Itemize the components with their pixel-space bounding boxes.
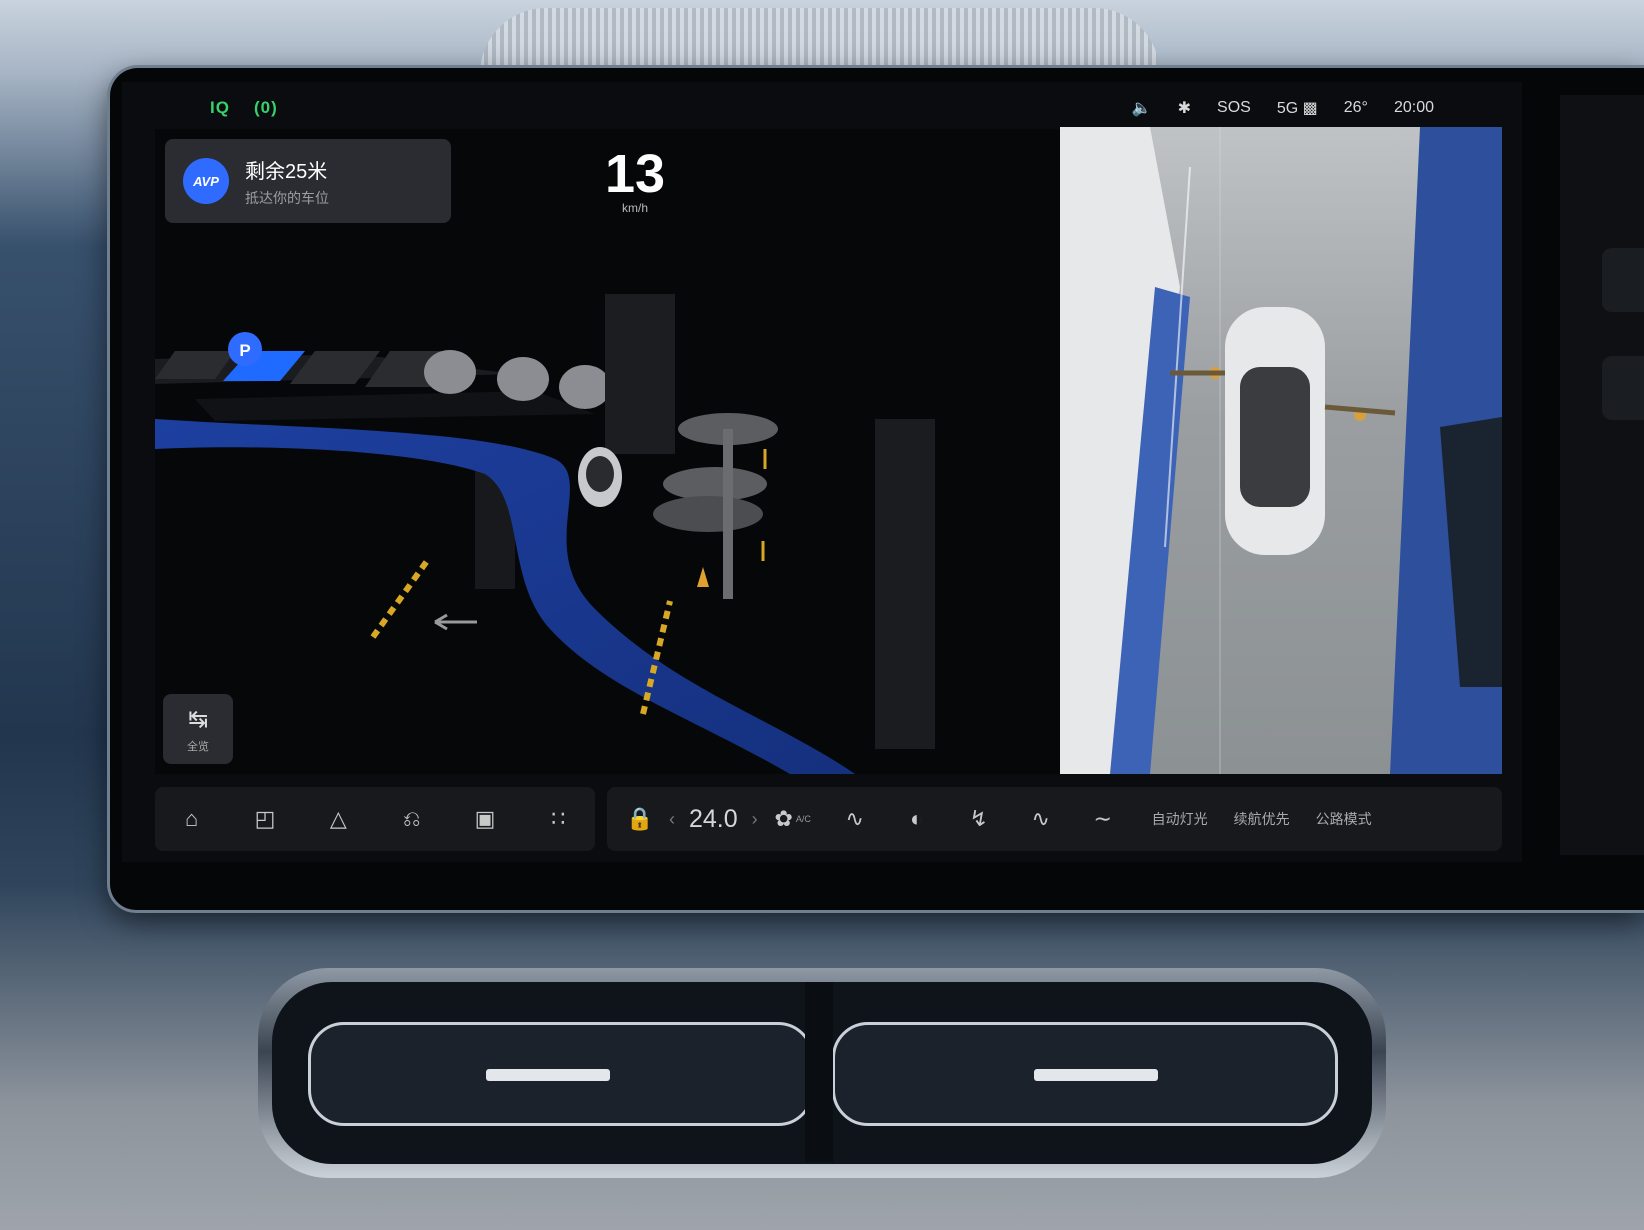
apps-grid-icon[interactable]: ∷ xyxy=(535,796,581,842)
status-indicators: IQ (0) xyxy=(210,98,278,118)
camera-feed xyxy=(1060,127,1502,774)
outside-temperature: 26° xyxy=(1343,99,1368,116)
wiper-icon[interactable]: ↯ xyxy=(956,796,1002,842)
temp-increase-button[interactable]: › xyxy=(752,809,758,830)
signal-indicator: 5G ▩ xyxy=(1276,100,1318,117)
bluetooth-icon[interactable]: ✱ xyxy=(1178,98,1191,118)
speed-value: 13 xyxy=(604,144,666,204)
destination-text: 抵达你的车位 xyxy=(245,189,329,206)
infotainment-screen: IQ (0) 🔈 ✱ SOS 5G ▩ 26° 20:00 P AVP 剩余25… xyxy=(122,82,1522,862)
range-priority-button[interactable]: 续航优先 xyxy=(1234,809,1290,829)
speed-unit: km/h xyxy=(621,201,648,215)
overview-button[interactable]: ↹ 全览 xyxy=(163,694,233,764)
iq-indicator: IQ xyxy=(210,98,230,117)
toggle-panel-icon[interactable]: ▣ xyxy=(462,796,508,842)
climate-dock: 🔒 ‹ 24.0 › ✿ A/C ∿ ◐ ↯ ∿ ∼ 自动灯光 续航优先 公路模式 xyxy=(607,787,1502,851)
parking-map-view[interactable]: P AVP 剩余25米 抵达你的车位 13 km/h ↹ 全览 xyxy=(155,129,1060,774)
temperature-control[interactable]: ‹ 24.0 › xyxy=(669,805,758,834)
avp-status-card[interactable]: AVP 剩余25米 抵达你的车位 xyxy=(165,139,451,223)
status-bar: 🔈 ✱ SOS 5G ▩ 26° 20:00 xyxy=(1132,98,1434,118)
left-vent-slider[interactable] xyxy=(486,1069,610,1081)
parking-3d-scene: P xyxy=(155,294,935,774)
temp-decrease-button[interactable]: ‹ xyxy=(669,809,675,830)
route-overview-icon: ↹ xyxy=(187,705,209,733)
clock: 20:00 xyxy=(1393,99,1434,116)
lock-icon[interactable]: 🔒 xyxy=(617,796,663,842)
charge-port-icon[interactable]: ∼ xyxy=(1080,796,1126,842)
navigation-icon[interactable]: △ xyxy=(315,796,361,842)
parking-marker-label: P xyxy=(239,341,250,360)
steering-heat-icon[interactable]: ◐ xyxy=(894,796,940,842)
secondary-display xyxy=(1560,95,1644,855)
lights-indicator: (0) xyxy=(253,98,278,117)
dashboard-speaker-grille xyxy=(480,8,1160,74)
temperature-value: 24.0 xyxy=(689,804,738,833)
side-panel-button[interactable] xyxy=(1602,248,1644,312)
app-dock: ⌂ ◰ △ ⎌ ▣ ∷ xyxy=(155,787,595,851)
vehicle-icon[interactable]: ⎌ xyxy=(389,796,435,842)
fan-icon[interactable]: ✿ A/C xyxy=(770,796,816,842)
seat-heat-icon[interactable]: ∿ xyxy=(832,796,878,842)
overview-label: 全览 xyxy=(187,740,209,753)
right-vent-slider[interactable] xyxy=(1034,1069,1158,1081)
remaining-distance: 剩余25米 xyxy=(245,160,328,183)
surround-view-camera[interactable] xyxy=(1060,127,1502,774)
volume-icon[interactable]: 🔈 xyxy=(1132,98,1152,118)
seat-adjust-icon[interactable]: ∿ xyxy=(1018,796,1064,842)
media-icon[interactable]: ◰ xyxy=(242,796,288,842)
road-mode-button[interactable]: 公路模式 xyxy=(1316,809,1372,829)
speedometer: 13 km/h xyxy=(575,147,695,215)
home-icon[interactable]: ⌂ xyxy=(169,796,215,842)
avp-badge: AVP xyxy=(183,158,229,204)
vent-divider xyxy=(805,982,833,1162)
auto-lights-button[interactable]: 自动灯光 xyxy=(1152,809,1208,829)
sos-button[interactable]: SOS xyxy=(1217,99,1251,117)
side-panel-button[interactable] xyxy=(1602,356,1644,420)
